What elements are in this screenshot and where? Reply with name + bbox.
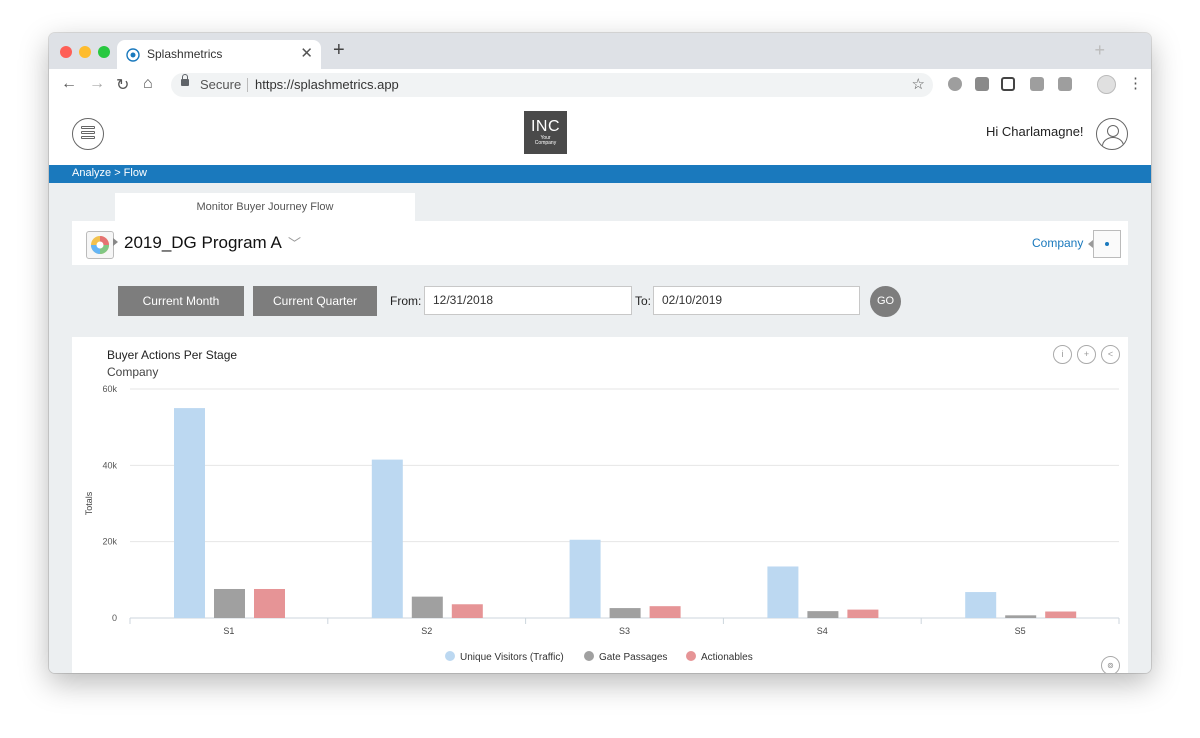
from-date-field[interactable]: 12/31/2018 xyxy=(424,286,632,315)
program-caret-icon[interactable] xyxy=(113,238,118,246)
y-tick-label: 20k xyxy=(102,537,117,547)
bar-actionables xyxy=(649,606,681,618)
browser-window: Splashmetrics ✕ + + ← → ↻ ⌂ Secure https… xyxy=(49,33,1151,673)
forward-arrow-icon[interactable]: → xyxy=(89,75,105,93)
x-tick-label: S3 xyxy=(619,626,630,636)
new-tab-button[interactable]: + xyxy=(333,39,345,62)
back-arrow-icon[interactable]: ← xyxy=(61,75,77,93)
legend-swatch xyxy=(686,651,696,661)
bar-actionables xyxy=(847,609,879,618)
tab-close-icon[interactable]: ✕ xyxy=(300,44,313,62)
menu-icon[interactable] xyxy=(72,118,104,150)
browser-tab[interactable]: Splashmetrics ✕ xyxy=(117,40,321,69)
go-button[interactable]: GO xyxy=(870,286,901,317)
profile-avatar-icon[interactable] xyxy=(1097,75,1116,94)
extension-tag-icon[interactable] xyxy=(1030,77,1044,91)
bar-gate-passages xyxy=(609,608,641,618)
bar-unique-visitors-traffic xyxy=(569,539,601,618)
y-tick-label: 40k xyxy=(102,460,117,470)
reload-icon[interactable]: ↻ xyxy=(116,75,129,95)
legend-label: Unique Visitors (Traffic) xyxy=(460,652,564,663)
extension-circle-icon[interactable] xyxy=(948,77,962,91)
tab-monitor-buyer-journey-flow[interactable]: Monitor Buyer Journey Flow xyxy=(115,193,415,221)
minimize-window-button[interactable] xyxy=(79,46,91,58)
to-label: To: xyxy=(635,294,652,308)
extension-drive-icon[interactable] xyxy=(975,77,989,91)
bookmark-star-icon[interactable]: ☆ xyxy=(912,75,925,93)
current-month-button[interactable]: Current Month xyxy=(118,286,244,316)
bar-actionables xyxy=(1045,611,1077,618)
user-greeting: Hi Charlamagne! xyxy=(986,124,1084,139)
program-selector-bar: 2019_DG Program A ﹀ Company xyxy=(72,221,1128,265)
x-tick-label: S2 xyxy=(421,626,432,636)
tab-bar: Splashmetrics ✕ + + xyxy=(49,33,1151,69)
legend-swatch xyxy=(584,651,594,661)
current-quarter-button[interactable]: Current Quarter xyxy=(253,286,377,316)
chart-card: Buyer Actions Per Stage Company i + < 02… xyxy=(72,337,1128,673)
close-window-button[interactable] xyxy=(60,46,72,58)
url-text[interactable]: https://splashmetrics.app xyxy=(255,77,399,92)
tab-search-icon[interactable]: + xyxy=(1094,40,1105,61)
secure-label: Secure xyxy=(200,77,242,92)
program-wheel-icon[interactable] xyxy=(86,231,114,259)
bar-gate-passages xyxy=(807,611,839,618)
extension-chat-icon[interactable] xyxy=(1058,77,1072,91)
user-avatar-icon[interactable] xyxy=(1096,118,1128,150)
bar-actionables xyxy=(451,604,483,618)
bar-gate-passages xyxy=(1005,615,1037,618)
app-page: INC Your Company Hi Charlamagne! Analyze… xyxy=(49,101,1151,673)
omnibox-separator xyxy=(247,78,248,92)
bar-gate-passages xyxy=(411,596,443,618)
chart-legend: Unique Visitors (Traffic) Gate Passages Ac… xyxy=(72,651,1128,665)
logo-subtext-2: Company xyxy=(534,140,557,146)
chevron-down-icon[interactable]: ﹀ xyxy=(288,233,301,252)
company-toggle-button[interactable] xyxy=(1088,230,1121,258)
from-label: From: xyxy=(390,294,422,308)
legend-item[interactable]: Unique Visitors (Traffic) xyxy=(445,651,564,663)
zoom-window-button[interactable] xyxy=(98,46,110,58)
program-name[interactable]: 2019_DG Program A xyxy=(124,233,282,253)
bar-actionables xyxy=(254,588,285,618)
legend-label: Actionables xyxy=(701,652,753,663)
app-header: INC Your Company Hi Charlamagne! xyxy=(49,101,1151,165)
bar-unique-visitors-traffic xyxy=(174,408,205,618)
y-axis-label: Totals xyxy=(84,491,94,515)
legend-item[interactable]: Gate Passages xyxy=(584,651,667,663)
x-tick-label: S1 xyxy=(223,626,234,636)
bar-gate-passages xyxy=(214,588,245,618)
x-tick-label: S5 xyxy=(1015,626,1026,636)
y-tick-label: 0 xyxy=(112,613,117,623)
bar-unique-visitors-traffic xyxy=(371,459,403,618)
splashmetrics-favicon-icon xyxy=(126,48,140,62)
chrome-menu-icon[interactable]: ⋮ xyxy=(1128,74,1143,92)
breadcrumb[interactable]: Analyze > Flow xyxy=(72,167,147,179)
y-tick-label: 60k xyxy=(102,384,117,394)
legend-label: Gate Passages xyxy=(599,652,668,663)
legend-swatch xyxy=(445,651,455,661)
logo-text: INC xyxy=(530,118,561,135)
bar-unique-visitors-traffic xyxy=(767,566,799,618)
to-date-field[interactable]: 02/10/2019 xyxy=(653,286,860,315)
splashmetrics-logo-icon: ⊚ xyxy=(1101,656,1120,673)
browser-toolbar: ← → ↻ ⌂ Secure https://splashmetrics.app… xyxy=(49,69,1151,102)
legend-item[interactable]: Actionables xyxy=(686,651,753,663)
x-tick-label: S4 xyxy=(817,626,828,636)
extension-crop-icon[interactable] xyxy=(1001,77,1015,91)
address-bar[interactable]: Secure https://splashmetrics.app ☆ xyxy=(171,73,933,97)
company-logo[interactable]: INC Your Company xyxy=(524,111,567,154)
bar-unique-visitors-traffic xyxy=(965,592,997,618)
home-icon[interactable]: ⌂ xyxy=(143,75,153,93)
lock-icon xyxy=(181,74,189,86)
company-link[interactable]: Company xyxy=(1032,236,1083,250)
breadcrumb-bar: Analyze > Flow xyxy=(49,165,1151,183)
bar-chart: 0 20k 40k 60k Totals S1 S2 S3 S4 S5 xyxy=(84,384,1120,636)
tab-title: Splashmetrics xyxy=(147,47,223,61)
